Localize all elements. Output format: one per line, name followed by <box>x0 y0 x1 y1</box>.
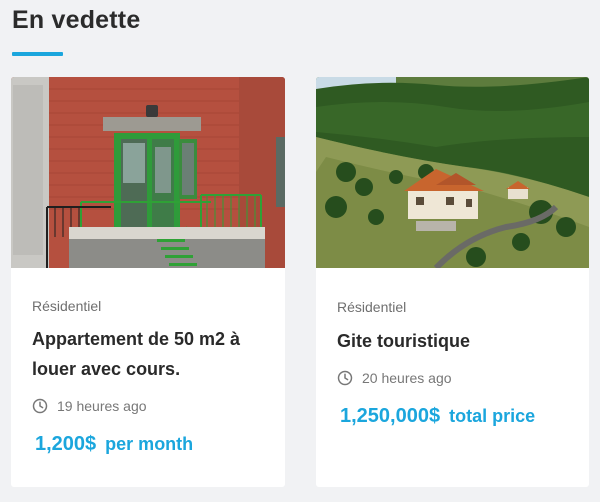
listing-price: 1,200$ per month <box>35 433 193 456</box>
title-underline <box>12 52 63 56</box>
listing-time: 20 heures ago <box>337 370 452 386</box>
clock-icon <box>32 398 48 414</box>
listing-card-apartment[interactable]: Résidentiel Appartement de 50 m2 à louer… <box>11 77 285 487</box>
price-unit: per month <box>105 434 194 454</box>
listing-time: 19 heures ago <box>32 398 147 414</box>
price-amount: 1,200$ <box>35 433 97 455</box>
section-title: En vedette <box>12 6 141 34</box>
price-amount: 1,250,000$ <box>340 405 441 427</box>
clock-icon <box>337 370 353 386</box>
listing-price: 1,250,000$ total price <box>340 405 535 428</box>
listing-time-text: 20 heures ago <box>362 370 452 386</box>
listing-photo-gite[interactable] <box>316 77 589 268</box>
listing-category: Résidentiel <box>337 299 407 315</box>
price-unit: total price <box>449 406 536 426</box>
listing-time-text: 19 heures ago <box>57 398 147 414</box>
listing-card-gite[interactable]: Résidentiel Gite touristique 20 heures a… <box>316 77 589 487</box>
listing-title[interactable]: Appartement de 50 m2 à louer avec cours. <box>32 324 272 384</box>
listing-photo-apartment[interactable] <box>11 77 285 268</box>
listing-title[interactable]: Gite touristique <box>337 326 577 356</box>
listing-category: Résidentiel <box>32 298 102 314</box>
